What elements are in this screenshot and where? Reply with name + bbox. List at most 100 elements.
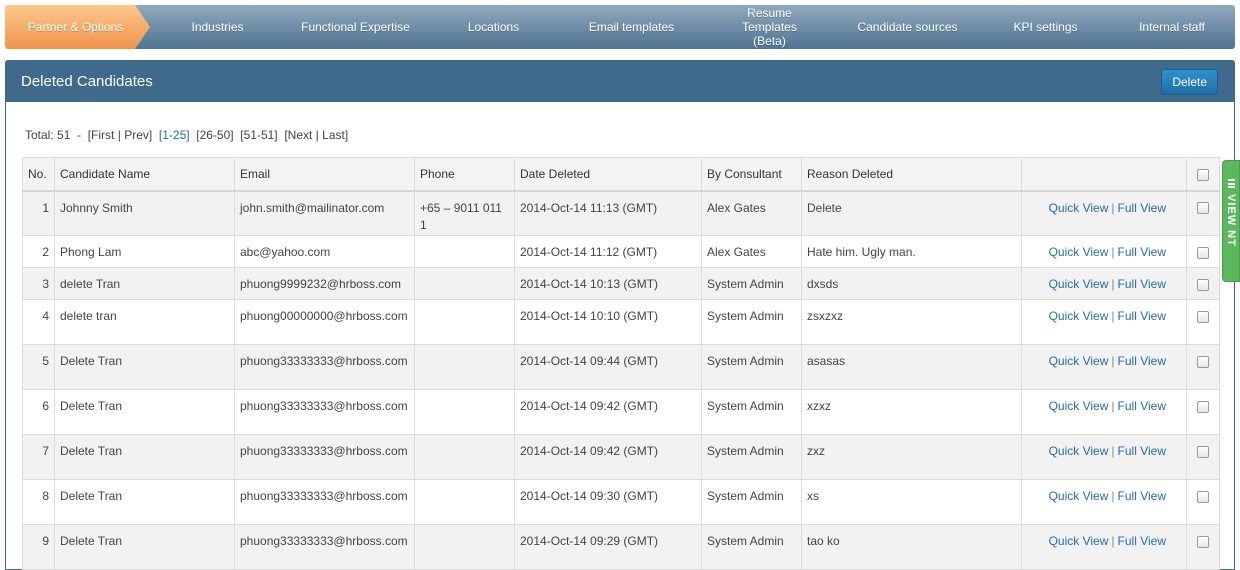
pager-separator: | <box>315 128 319 142</box>
table-row: 7 Delete Tran phuong33333333@hrboss.com … <box>22 434 1220 480</box>
step-kpi-settings[interactable]: KPI settings <box>963 5 1120 49</box>
full-view-link[interactable]: Full View <box>1118 201 1166 215</box>
select-all-checkbox[interactable] <box>1197 168 1209 181</box>
cell-phone <box>414 299 515 345</box>
quick-view-link[interactable]: Quick View <box>1049 534 1109 548</box>
pager-last-link[interactable]: Last] <box>322 128 348 142</box>
row-checkbox[interactable] <box>1197 490 1209 503</box>
full-view-link[interactable]: Full View <box>1118 444 1166 458</box>
quick-view-link[interactable]: Quick View <box>1049 444 1109 458</box>
full-view-link[interactable]: Full View <box>1118 277 1166 291</box>
cell-name: Delete Tran <box>54 479 235 525</box>
cell-actions: Quick View | Full View <box>1021 299 1187 345</box>
row-checkbox[interactable] <box>1197 535 1209 548</box>
step-email-templates[interactable]: Email templates <box>549 5 706 49</box>
table-row: 2 Phong Lam abc@yahoo.com 2014-Oct-14 11… <box>22 235 1220 268</box>
col-header-no: No. <box>22 157 55 191</box>
cell-select <box>1186 235 1220 268</box>
row-checkbox[interactable] <box>1197 400 1209 413</box>
row-checkbox[interactable] <box>1197 202 1209 215</box>
cell-reason: asasas <box>801 344 1022 390</box>
cell-reason: zxz <box>801 434 1022 480</box>
step-label: Resume Templates (Beta) <box>742 6 797 48</box>
delete-button[interactable]: Delete <box>1161 68 1218 95</box>
full-view-link[interactable]: Full View <box>1118 399 1166 413</box>
col-header-select-all <box>1186 157 1220 191</box>
full-view-link[interactable]: Full View <box>1118 309 1166 323</box>
deleted-candidates-panel: Deleted Candidates Delete Total: 51 - [F… <box>5 60 1235 570</box>
step-candidate-sources[interactable]: Candidate sources <box>825 5 982 49</box>
quick-view-link[interactable]: Quick View <box>1049 489 1109 503</box>
cell-reason: dxsds <box>801 267 1022 300</box>
list-icon <box>1227 179 1235 188</box>
panel-title: Deleted Candidates <box>21 73 153 90</box>
table-row: 6 Delete Tran phuong33333333@hrboss.com … <box>22 389 1220 435</box>
cell-name: Delete Tran <box>54 389 235 435</box>
table-row: 1 Johnny Smith john.smith@mailinator.com… <box>22 190 1220 236</box>
step-locations[interactable]: Locations <box>411 5 568 49</box>
full-view-link[interactable]: Full View <box>1118 489 1166 503</box>
step-resume-templates[interactable]: Resume Templates (Beta) <box>687 5 844 49</box>
step-label: Functional Expertise <box>301 20 410 34</box>
cell-email: phuong33333333@hrboss.com <box>234 344 415 390</box>
pager-prev-link[interactable]: Prev] <box>124 128 152 142</box>
cell-no: 4 <box>22 299 55 345</box>
full-view-link[interactable]: Full View <box>1118 534 1166 548</box>
quick-view-link[interactable]: Quick View <box>1049 277 1109 291</box>
step-industries[interactable]: Industries <box>135 5 292 49</box>
cell-email: phuong33333333@hrboss.com <box>234 389 415 435</box>
pager-next-link[interactable]: [Next <box>284 128 312 142</box>
cell-date: 2014-Oct-14 09:30 (GMT) <box>514 479 702 525</box>
pager-first-link[interactable]: [First <box>88 128 115 142</box>
cell-consultant: System Admin <box>701 389 802 435</box>
cell-date: 2014-Oct-14 10:10 (GMT) <box>514 299 702 345</box>
cell-date: 2014-Oct-14 09:42 (GMT) <box>514 389 702 435</box>
step-label: Candidate sources <box>857 20 958 34</box>
pager-range-51-51[interactable]: [51-51] <box>240 128 277 142</box>
cell-name: Delete Tran <box>54 344 235 390</box>
col-header-consultant: By Consultant <box>701 157 802 191</box>
col-header-actions <box>1021 157 1187 191</box>
step-partner-options[interactable]: Partner & Options <box>5 5 154 49</box>
pager-range-1-25[interactable]: [1-25] <box>159 128 190 142</box>
row-checkbox[interactable] <box>1197 278 1209 291</box>
pager-range-26-50[interactable]: [26-50] <box>196 128 233 142</box>
row-checkbox[interactable] <box>1197 310 1209 323</box>
side-view-tab[interactable]: VIEW NT <box>1222 160 1240 282</box>
cell-email: john.smith@mailinator.com <box>234 190 415 236</box>
cell-no: 8 <box>22 479 55 525</box>
cell-no: 6 <box>22 389 55 435</box>
cell-name: delete Tran <box>54 267 235 300</box>
cell-no: 3 <box>22 267 55 300</box>
row-checkbox[interactable] <box>1197 355 1209 368</box>
cell-reason: zsxzxz <box>801 299 1022 345</box>
table-row: 3 delete Tran phuong9999232@hrboss.com 2… <box>22 267 1220 300</box>
quick-view-link[interactable]: Quick View <box>1049 201 1109 215</box>
quick-view-link[interactable]: Quick View <box>1049 309 1109 323</box>
step-internal-staff[interactable]: Internal staff <box>1101 5 1235 49</box>
step-label: Industries <box>191 20 244 34</box>
cell-reason: Delete <box>801 190 1022 236</box>
cell-consultant: System Admin <box>701 479 802 525</box>
step-label: Email templates <box>588 20 675 34</box>
quick-view-link[interactable]: Quick View <box>1049 399 1109 413</box>
cell-select <box>1186 267 1220 300</box>
cell-actions: Quick View | Full View <box>1021 389 1187 435</box>
link-separator: | <box>1111 245 1115 259</box>
full-view-link[interactable]: Full View <box>1118 354 1166 368</box>
cell-email: abc@yahoo.com <box>234 235 415 268</box>
step-label: Internal staff <box>1139 20 1205 34</box>
quick-view-link[interactable]: Quick View <box>1049 354 1109 368</box>
link-separator: | <box>1111 399 1115 413</box>
row-checkbox[interactable] <box>1197 246 1209 259</box>
cell-phone: +65 – 9011 011 1 <box>414 190 515 236</box>
cell-email: phuong33333333@hrboss.com <box>234 434 415 480</box>
step-functional-expertise[interactable]: Functional Expertise <box>273 5 430 49</box>
full-view-link[interactable]: Full View <box>1118 245 1166 259</box>
quick-view-link[interactable]: Quick View <box>1049 245 1109 259</box>
link-separator: | <box>1111 489 1115 503</box>
table-row: 4 delete tran phuong00000000@hrboss.com … <box>22 299 1220 345</box>
row-checkbox[interactable] <box>1197 445 1209 458</box>
step-label: Partner & Options <box>27 20 124 34</box>
total-count: Total: 51 <box>25 128 71 142</box>
